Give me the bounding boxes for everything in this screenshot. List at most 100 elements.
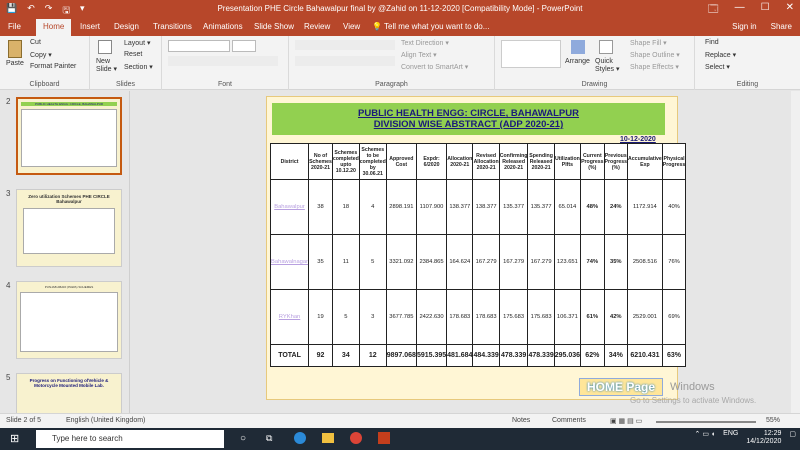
quick-styles-icon[interactable]	[599, 40, 613, 54]
notes-button[interactable]: Notes	[512, 417, 530, 424]
tray-icons[interactable]: ⌃ ▭ ◖	[695, 430, 716, 446]
cut-button[interactable]: Cut	[30, 39, 41, 46]
table-cell: 167.279	[527, 234, 555, 290]
slide-date: 10-12-2020	[620, 136, 656, 143]
slide-thumbnail-3[interactable]: Zero utilization Schemes PHE CIRCLE Baha…	[16, 189, 122, 267]
new-slide-button[interactable]: New Slide ▾	[96, 58, 122, 74]
ribbon-display-icon[interactable]: 🗔	[708, 2, 719, 19]
format-painter-button[interactable]: Format Painter	[30, 63, 76, 70]
align-text-button[interactable]: Align Text ▾	[401, 51, 437, 59]
column-header: No of Schemes 2020-21	[308, 143, 333, 180]
font-label: Font	[217, 81, 232, 88]
share-button[interactable]: Share	[771, 22, 792, 31]
tab-file[interactable]: File	[8, 22, 21, 31]
table-cell: 3321.092	[385, 234, 417, 290]
shape-effects-button[interactable]: Shape Effects ▾	[630, 63, 679, 71]
tab-view[interactable]: View	[343, 22, 360, 31]
sign-in-link[interactable]: Sign in	[732, 22, 756, 31]
column-header: Previous Progress (%)	[603, 143, 629, 180]
select-button[interactable]: Select ▾	[705, 63, 730, 71]
total-cell: 12	[358, 344, 387, 367]
table-cell: 2422.630	[415, 289, 448, 345]
close-button[interactable]: ✕	[786, 2, 794, 19]
windows-start-icon[interactable]: ⊞	[10, 432, 19, 445]
table-cell: 178.683	[472, 289, 500, 345]
font-name-input[interactable]	[168, 40, 230, 52]
file-explorer-icon[interactable]	[322, 433, 334, 443]
zoom-slider[interactable]	[656, 421, 756, 423]
task-view-icon[interactable]: ⧉	[266, 433, 272, 444]
minimize-button[interactable]: —	[735, 2, 745, 19]
convert-smartart-button[interactable]: Convert to SmartArt ▾	[401, 63, 468, 71]
tab-design[interactable]: Design	[114, 22, 139, 31]
column-header: Confirming Released 2020-21	[498, 143, 529, 180]
arrange-icon[interactable]	[571, 40, 585, 54]
tell-me-search[interactable]: 💡 Tell me what you want to do...	[372, 22, 489, 31]
list-buttons[interactable]	[295, 40, 395, 50]
find-button[interactable]: Find	[705, 39, 719, 46]
column-header: Accumulative Exp	[627, 143, 663, 180]
slide-thumbnail-2[interactable]: PUBLIC HEALTH ENGG: CIRCLE, BAHAWALPUR	[16, 97, 122, 175]
window-title: Presentation PHE Circle Bahawalpur final…	[217, 4, 583, 13]
align-buttons[interactable]	[295, 56, 395, 66]
reset-button[interactable]: Reset	[124, 51, 142, 58]
slides-label: Slides	[115, 81, 136, 88]
district-link[interactable]: Bahawalpur	[269, 179, 310, 235]
tab-slide-show[interactable]: Slide Show	[254, 22, 294, 31]
replace-button[interactable]: Replace ▾	[705, 51, 736, 59]
vertical-scrollbar[interactable]	[791, 91, 800, 413]
table-cell: 76%	[661, 234, 687, 290]
comments-button[interactable]: Comments	[552, 417, 586, 424]
ribbon-tabs: File Home Insert Design Transitions Anim…	[0, 18, 800, 36]
keyboard-language[interactable]: ENG	[723, 430, 738, 446]
shape-fill-button[interactable]: Shape Fill ▾	[630, 39, 667, 47]
tab-animations[interactable]: Animations	[203, 22, 243, 31]
slide-thumbnail-5[interactable]: Progress on Functioning ofVehicle & Moto…	[16, 373, 122, 413]
cortana-icon[interactable]: ○	[240, 433, 246, 444]
district-link[interactable]: Bahawalnagar	[269, 234, 310, 290]
table-cell: 123.651	[553, 234, 582, 290]
taskbar-search-input[interactable]: Type here to search	[36, 430, 224, 448]
tab-transitions[interactable]: Transitions	[153, 22, 192, 31]
text-direction-button[interactable]: Text Direction ▾	[401, 39, 449, 47]
arrange-button[interactable]: Arrange	[565, 58, 590, 65]
paste-button[interactable]: Paste	[6, 60, 24, 67]
division-abstract-table[interactable]: District No of Schemes 2020-21 Schemes com…	[269, 143, 687, 367]
ribbon: Paste Cut Copy ▾ Format Painter Clipboar…	[0, 36, 800, 90]
zoom-level[interactable]: 55%	[766, 417, 780, 424]
table-row: RYKhan 19 5 3 3677.785 2422.630 178.683 178.683…	[269, 289, 687, 345]
thumbnail-title: Progress on Functioning ofVehicle & Moto…	[29, 378, 109, 388]
clock-time: 12:29	[763, 430, 782, 437]
font-size-input[interactable]	[232, 40, 256, 52]
slide-header[interactable]: PUBLIC HEALTH ENGG: CIRCLE, BAHAWALPUR D…	[272, 103, 665, 135]
clock[interactable]: 12:29 14/12/2020	[746, 430, 781, 446]
notification-icon[interactable]: ▢	[789, 430, 796, 446]
district-link[interactable]: RYKhan	[269, 289, 310, 345]
view-buttons[interactable]: ▣ ▦ ▤ ▭	[610, 417, 642, 425]
maximize-button[interactable]: ☐	[761, 2, 770, 19]
layout-button[interactable]: Layout ▾	[124, 39, 150, 47]
table-cell: 61%	[580, 289, 605, 345]
tab-home[interactable]: Home	[36, 19, 72, 36]
quick-styles-button[interactable]: Quick Styles ▾	[595, 58, 621, 74]
section-button[interactable]: Section ▾	[124, 63, 153, 71]
font-format-buttons[interactable]	[168, 56, 278, 66]
powerpoint-icon[interactable]	[378, 432, 390, 444]
edge-icon[interactable]	[294, 432, 306, 444]
home-page-button[interactable]: HOME Page	[579, 378, 663, 396]
paragraph-label: Paragraph	[375, 81, 408, 88]
table-cell: 175.683	[527, 289, 555, 345]
total-cell: 92	[308, 344, 333, 367]
tab-review[interactable]: Review	[304, 22, 330, 31]
tab-insert[interactable]: Insert	[80, 22, 100, 31]
new-slide-icon[interactable]	[98, 40, 112, 54]
copy-button[interactable]: Copy ▾	[30, 51, 52, 59]
paste-icon[interactable]	[8, 40, 22, 58]
slide-thumbnail-4[interactable]: PUNJAB ABADI (PAWA) SCHEMES	[16, 281, 122, 359]
editing-group: Find Replace ▾ Select ▾ Editing	[695, 36, 800, 90]
language-indicator[interactable]: English (United Kingdom)	[66, 417, 145, 424]
shapes-gallery[interactable]	[501, 40, 561, 68]
shape-outline-button[interactable]: Shape Outline ▾	[630, 51, 680, 59]
chrome-icon[interactable]	[350, 432, 362, 444]
clipboard-group: Paste Cut Copy ▾ Format Painter Clipboar…	[0, 36, 90, 90]
